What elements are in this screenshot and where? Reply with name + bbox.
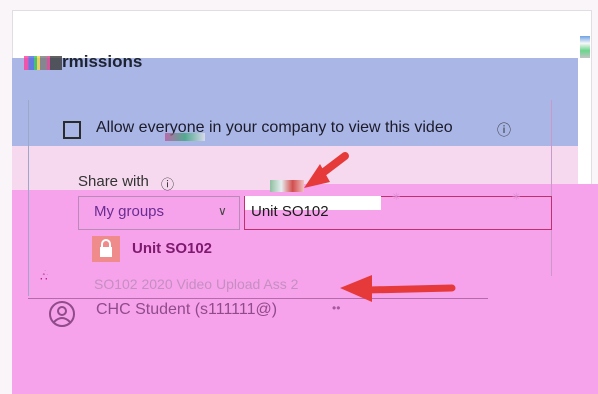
- arrow-to-search: [304, 152, 349, 188]
- sparkle-artifact: ✳: [392, 192, 401, 203]
- arrow-to-result: [340, 275, 456, 302]
- sparkle-artifact-2: ✳: [512, 192, 521, 203]
- sparkle-artifact-3: ∴: [42, 268, 49, 279]
- annotation-arrows: [304, 152, 456, 302]
- screenshot-stage: rmissions Allow everyone in your company…: [0, 0, 598, 394]
